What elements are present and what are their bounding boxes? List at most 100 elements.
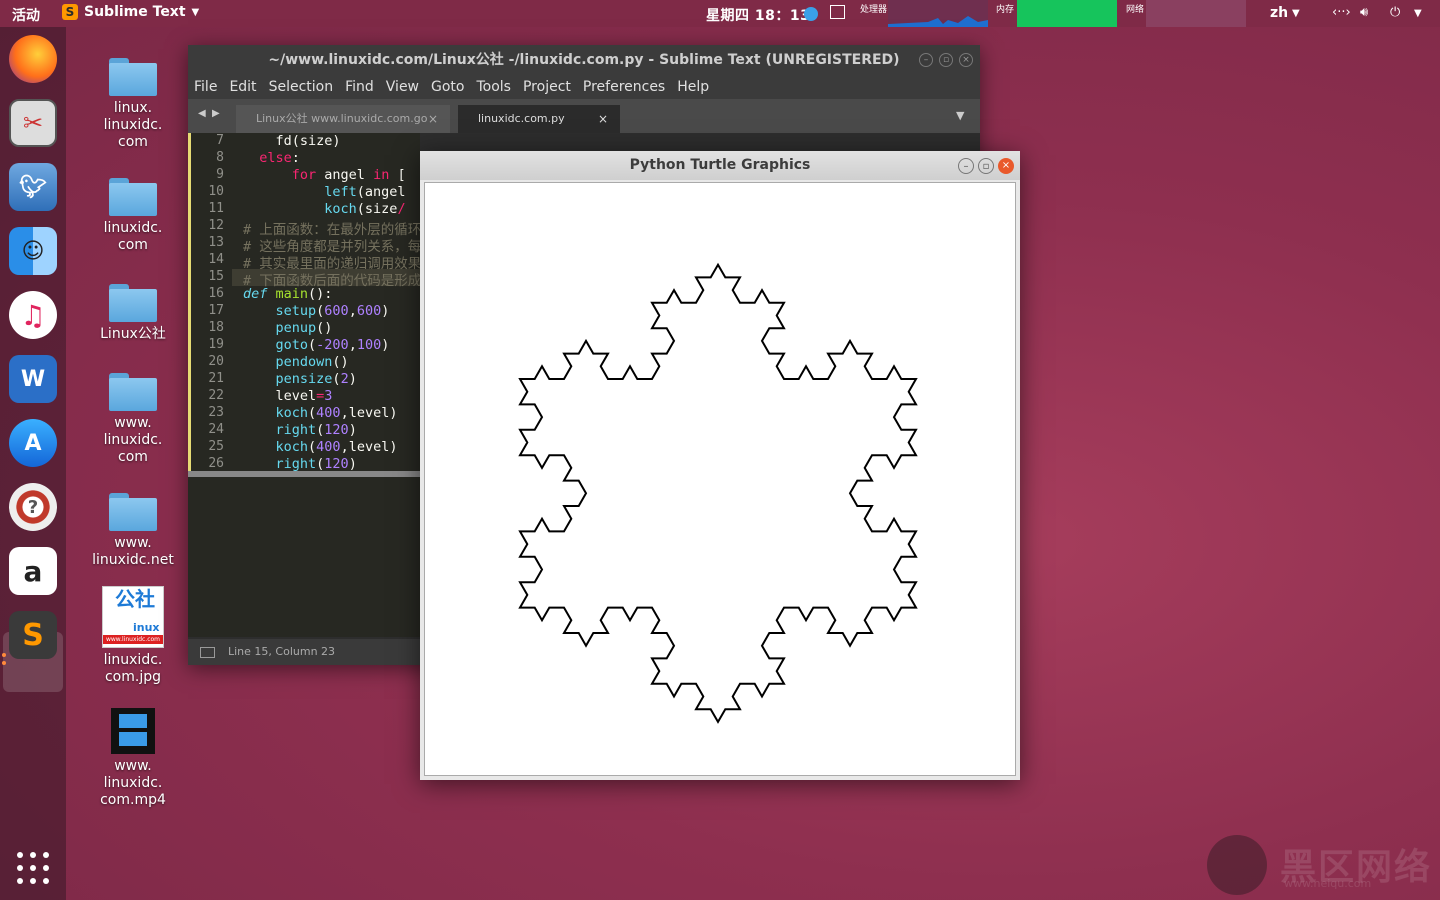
chevron-down-icon: ▼ bbox=[1414, 8, 1422, 19]
running-indicator bbox=[2, 653, 6, 657]
menu-bar: File Edit Selection Find View Goto Tools… bbox=[188, 75, 980, 99]
word-icon[interactable]: W bbox=[9, 355, 57, 403]
maximize-icon[interactable]: ▫ bbox=[939, 53, 953, 67]
cpu-graph bbox=[888, 0, 988, 27]
app-menu[interactable]: S Sublime Text ▼ bbox=[62, 4, 199, 20]
close-icon[interactable]: × bbox=[998, 158, 1014, 174]
line-number: 15 bbox=[208, 269, 224, 284]
clock[interactable]: 星期四 18：13 bbox=[706, 5, 810, 25]
menu-goto[interactable]: Goto bbox=[431, 75, 464, 99]
code-line: left(angel bbox=[324, 184, 406, 200]
line-number: 26 bbox=[208, 456, 224, 471]
panel-toggle-icon[interactable] bbox=[200, 647, 215, 658]
tab-linuxidc-py[interactable]: linuxidc.com.py × bbox=[458, 105, 620, 133]
desktop-folder[interactable]: Linux公社 bbox=[92, 284, 174, 343]
tab-linuxidc-go[interactable]: Linux公社 www.linuxidc.com.go × bbox=[236, 105, 450, 133]
code-line: goto(-200,100) bbox=[275, 337, 390, 353]
menu-tools[interactable]: Tools bbox=[476, 75, 511, 99]
window-title: ~/www.linuxidc.com/Linux公社 -/linuxidc.co… bbox=[188, 45, 980, 75]
line-number: 16 bbox=[208, 286, 224, 301]
video-file-icon bbox=[111, 708, 155, 754]
app-store-icon[interactable]: A bbox=[9, 419, 57, 467]
tab-dropdown-icon[interactable]: ▼ bbox=[956, 109, 964, 122]
turtle-window: Python Turtle Graphics – ▫ × bbox=[420, 151, 1020, 780]
folder-icon bbox=[109, 58, 157, 96]
close-icon[interactable]: × bbox=[959, 53, 973, 67]
line-number: 14 bbox=[208, 252, 224, 267]
menu-edit[interactable]: Edit bbox=[229, 75, 256, 99]
line-gutter: 7 8 9 10 11 12 13 14 15 16 17 18 19 20 21 22 23 24 25 26 bbox=[188, 133, 232, 471]
close-icon[interactable]: × bbox=[428, 105, 438, 133]
amazon-icon[interactable]: a bbox=[9, 547, 57, 595]
desktop-folder[interactable]: www. linuxidc.net bbox=[92, 493, 174, 569]
memory-graph bbox=[1017, 0, 1117, 27]
network-monitor-label: 网络 bbox=[1126, 5, 1145, 15]
desktop-icon-label: www. linuxidc. com.mp4 bbox=[100, 758, 166, 808]
watermark-logo bbox=[1207, 835, 1267, 895]
menu-view[interactable]: View bbox=[386, 75, 419, 99]
line-number: 19 bbox=[208, 337, 224, 352]
maximize-icon[interactable]: ▫ bbox=[978, 158, 994, 174]
screen-icon[interactable] bbox=[830, 5, 845, 19]
tab-prev-icon[interactable]: ◀ bbox=[198, 108, 206, 119]
menu-project[interactable]: Project bbox=[523, 75, 571, 99]
firefox-icon[interactable] bbox=[9, 35, 57, 83]
activities-button[interactable]: 活动 bbox=[12, 5, 40, 25]
turtle-canvas[interactable] bbox=[424, 182, 1016, 776]
code-editor[interactable]: 7 8 9 10 11 12 13 14 15 16 17 18 19 20 21 22 23 24 25 26 fd… bbox=[188, 133, 420, 471]
dock: ✂ 🐦︎ ☺ ♫ W A ? a S bbox=[0, 27, 66, 900]
line-number: 24 bbox=[208, 422, 224, 437]
app-menu-label: Sublime Text bbox=[84, 4, 186, 20]
desktop-video-file[interactable]: www. linuxidc. com.mp4 bbox=[92, 708, 174, 809]
console-panel[interactable] bbox=[188, 477, 420, 637]
desktop-icon-label: www. linuxidc. com bbox=[103, 415, 163, 465]
code-line: penup() bbox=[275, 320, 333, 336]
network-icon[interactable]: ‹··› bbox=[1332, 5, 1351, 20]
menu-file[interactable]: File bbox=[194, 75, 217, 99]
desktop-image-file[interactable]: 公社 inux www.linuxidc.com linuxidc. com.j… bbox=[92, 586, 174, 686]
volume-icon[interactable]: 🔊︎ bbox=[1360, 5, 1368, 20]
chevron-down-icon: ▼ bbox=[1292, 8, 1300, 19]
code-line: for angel in [ bbox=[291, 167, 406, 183]
folder-icon bbox=[109, 178, 157, 216]
tab-label: Linux公社 www.linuxidc.com.go bbox=[256, 112, 428, 125]
menu-help[interactable]: Help bbox=[677, 75, 709, 99]
power-icon[interactable]: ⏻ bbox=[1390, 5, 1400, 20]
shotwell-icon[interactable]: 🐦︎ bbox=[9, 163, 57, 211]
finder-icon[interactable]: ☺ bbox=[9, 227, 57, 275]
image-thumbnail: 公社 inux www.linuxidc.com bbox=[102, 586, 164, 648]
folder-icon bbox=[109, 493, 157, 531]
code-line: pensize(2) bbox=[275, 371, 357, 387]
desktop-folder[interactable]: linux. linuxidc. com bbox=[92, 58, 174, 151]
minimize-icon[interactable]: – bbox=[919, 53, 933, 67]
cursor-position: Line 15, Column 23 bbox=[228, 645, 336, 658]
menu-find[interactable]: Find bbox=[345, 75, 374, 99]
code-line: pendown() bbox=[275, 354, 349, 370]
sublime-text-icon: S bbox=[62, 4, 78, 20]
code-line: def main(): bbox=[243, 286, 333, 302]
show-applications-icon[interactable] bbox=[17, 852, 49, 884]
close-icon[interactable]: × bbox=[598, 105, 608, 133]
code-line: right(120) bbox=[275, 456, 357, 471]
minimize-icon[interactable]: – bbox=[958, 158, 974, 174]
code-line: setup(600,600) bbox=[275, 303, 390, 319]
music-icon[interactable]: ♫ bbox=[9, 291, 57, 339]
line-number: 17 bbox=[208, 303, 224, 318]
line-number: 13 bbox=[208, 235, 224, 250]
menu-preferences[interactable]: Preferences bbox=[583, 75, 665, 99]
input-method-menu[interactable]: zh bbox=[1270, 5, 1288, 21]
help-icon[interactable]: ? bbox=[9, 483, 57, 531]
memory-monitor-label: 内存 bbox=[996, 5, 1015, 15]
code-line: else: bbox=[259, 150, 300, 166]
screenshot-tool-icon[interactable]: ✂ bbox=[9, 99, 57, 147]
window-title: Python Turtle Graphics bbox=[420, 151, 1020, 180]
line-number: 9 bbox=[216, 167, 224, 182]
tab-next-icon[interactable]: ▶ bbox=[212, 108, 220, 119]
line-number: 12 bbox=[208, 218, 224, 233]
menu-selection[interactable]: Selection bbox=[269, 75, 334, 99]
desktop-folder[interactable]: www. linuxidc. com bbox=[92, 373, 174, 466]
desktop-icon-label: Linux公社 bbox=[100, 326, 166, 342]
sublime-text-icon[interactable]: S bbox=[9, 611, 57, 659]
desktop-folder[interactable]: linuxidc. com bbox=[92, 178, 174, 254]
network-graph bbox=[1146, 0, 1246, 27]
